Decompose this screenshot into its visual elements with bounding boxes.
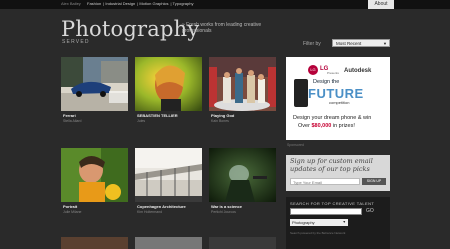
ad-competition: competition [329,100,350,105]
signup-heading: Sign up for custom email updates of our … [290,157,373,173]
tile-title[interactable]: Copenhagen Architecture [135,204,202,209]
email-signup-box: Sign up for custom email updates of our … [286,155,390,191]
tile-image[interactable] [61,148,128,202]
child-photo [61,148,128,202]
chevron-down-icon: ▼ [383,41,387,46]
tile-author[interactable]: Julie Milane [61,210,128,214]
network-brand[interactable]: Alex Bailey [61,1,81,6]
site-link-industrial[interactable]: Industrial Design [105,1,135,6]
portrait-photo [135,57,202,111]
war-photo [209,148,276,202]
search-powered-note: Search powered by the Behance Network [290,231,346,235]
gallery-tile[interactable]: Ferrari Stella Allard [61,57,128,123]
car-photo [61,57,128,111]
talent-search-input[interactable] [290,208,362,215]
sponsored-label: Sponsored [287,143,304,147]
top-bar: Alex Bailey Fashion | Industrial Design | … [0,0,450,9]
email-field[interactable]: Type Your Email [290,178,360,185]
ad-presents: Presents [327,71,339,75]
chevron-down-icon: ▼ [342,220,346,224]
tile-title[interactable]: SEBASTIEN TELLIER [135,113,202,118]
tile-title[interactable]: Ferrari [61,113,128,118]
ad-line2: Over $80,000 in prizes! [298,123,355,129]
tile-image[interactable] [209,57,276,111]
signup-button[interactable]: SIGN UP [362,178,386,185]
tile-author[interactable]: Stella Allard [61,119,128,123]
tile-author[interactable]: Kim Holtermand [135,210,202,214]
crowd-photo [209,57,276,111]
tile-author[interactable]: Jules [135,119,202,123]
tile-author[interactable]: Kain Bones [209,119,276,123]
lg-logo: LG [308,65,318,75]
site-link-fashion[interactable]: Fashion [87,1,101,6]
autodesk-logo: Autodesk [344,68,372,74]
ad-design-the: Design the [313,79,340,85]
tile-author[interactable]: Pertichi Jourcos [209,210,276,214]
tile-title[interactable]: Playing God [209,113,276,118]
gallery-tile[interactable]: Playing God Kain Bones [209,57,276,123]
site-logo-sub: SERVED [62,39,90,45]
phone-icon [294,79,308,107]
gallery-tile-partial[interactable] [209,237,276,249]
tile-image[interactable] [61,57,128,111]
advertisement-banner[interactable]: LG LG Presents Autodesk Design the FUTUR… [286,57,390,140]
filter-value: Most Recent [336,41,362,46]
network-sites: Fashion | Industrial Design | Motion Graph… [87,1,194,6]
gallery-tile[interactable]: Portrait Julie Milane [61,148,128,214]
site-link-typography[interactable]: Typography [173,1,194,6]
filter-select[interactable]: Most Recent ▼ [332,39,390,47]
tile-image[interactable] [135,148,202,202]
tile-image[interactable] [135,57,202,111]
architecture-photo [135,148,202,202]
gallery-tile-partial[interactable] [135,237,202,249]
talent-search-heading: SEARCH FOR TOP CREATIVE TALENT [290,201,375,206]
ad-future: FUTURE [308,86,364,101]
ad-line1: Design your dream phone & win [293,115,372,121]
tile-image[interactable] [209,148,276,202]
category-value: Photography [292,220,315,225]
tile-title[interactable]: Portrait [61,204,128,209]
site-logo[interactable]: Photography [61,18,199,40]
category-select[interactable]: Photography ▼ [290,219,348,226]
gallery-tile[interactable]: War is a science Pertichi Jourcos [209,148,276,214]
about-tab[interactable]: About [368,0,394,9]
talent-search-box: SEARCH FOR TOP CREATIVE TALENT GO Photog… [286,197,390,249]
filter-label: Filter by [303,41,321,47]
gallery-tile-partial[interactable] [61,237,128,249]
gallery-tile[interactable]: Copenhagen Architecture Kim Holtermand [135,148,202,214]
site-link-motion[interactable]: Motion Graphics [139,1,168,6]
gallery-tile[interactable]: SEBASTIEN TELLIER Jules [135,57,202,123]
tile-title[interactable]: War is a science [209,204,276,209]
site-tagline: » Fresh works from leading creative prof… [182,22,262,34]
go-button[interactable]: GO [366,208,374,214]
